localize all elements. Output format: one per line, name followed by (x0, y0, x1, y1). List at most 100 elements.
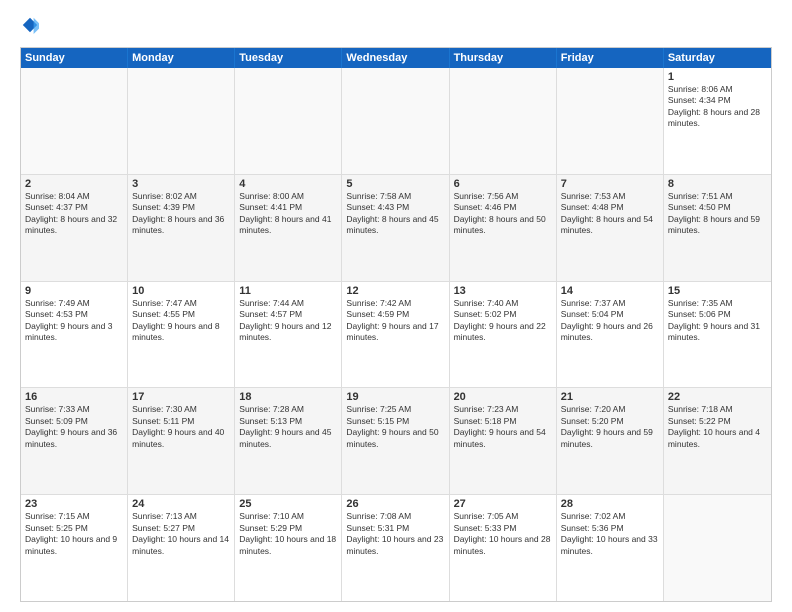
calendar-cell: 9Sunrise: 7:49 AM Sunset: 4:53 PM Daylig… (21, 282, 128, 388)
logo (20, 16, 39, 39)
calendar-cell: 1Sunrise: 8:06 AM Sunset: 4:34 PM Daylig… (664, 68, 771, 174)
day-info: Sunrise: 7:40 AM Sunset: 5:02 PM Dayligh… (454, 298, 552, 344)
day-info: Sunrise: 8:00 AM Sunset: 4:41 PM Dayligh… (239, 191, 337, 237)
day-number: 25 (239, 498, 337, 510)
calendar-cell: 5Sunrise: 7:58 AM Sunset: 4:43 PM Daylig… (342, 175, 449, 281)
day-number: 17 (132, 391, 230, 403)
calendar-cell: 27Sunrise: 7:05 AM Sunset: 5:33 PM Dayli… (450, 495, 557, 601)
calendar-cell: 25Sunrise: 7:10 AM Sunset: 5:29 PM Dayli… (235, 495, 342, 601)
calendar-cell: 10Sunrise: 7:47 AM Sunset: 4:55 PM Dayli… (128, 282, 235, 388)
weekday-header: Thursday (450, 48, 557, 68)
calendar-row: 1Sunrise: 8:06 AM Sunset: 4:34 PM Daylig… (21, 68, 771, 175)
weekday-header: Friday (557, 48, 664, 68)
day-number: 28 (561, 498, 659, 510)
day-info: Sunrise: 7:18 AM Sunset: 5:22 PM Dayligh… (668, 404, 767, 450)
calendar-cell (235, 68, 342, 174)
calendar-cell (557, 68, 664, 174)
day-number: 3 (132, 178, 230, 190)
day-info: Sunrise: 7:42 AM Sunset: 4:59 PM Dayligh… (346, 298, 444, 344)
calendar-cell: 17Sunrise: 7:30 AM Sunset: 5:11 PM Dayli… (128, 388, 235, 494)
calendar-row: 16Sunrise: 7:33 AM Sunset: 5:09 PM Dayli… (21, 388, 771, 495)
calendar-cell: 18Sunrise: 7:28 AM Sunset: 5:13 PM Dayli… (235, 388, 342, 494)
day-number: 2 (25, 178, 123, 190)
calendar-cell (450, 68, 557, 174)
day-info: Sunrise: 7:44 AM Sunset: 4:57 PM Dayligh… (239, 298, 337, 344)
day-info: Sunrise: 7:23 AM Sunset: 5:18 PM Dayligh… (454, 404, 552, 450)
day-info: Sunrise: 7:28 AM Sunset: 5:13 PM Dayligh… (239, 404, 337, 450)
day-number: 23 (25, 498, 123, 510)
calendar-cell: 22Sunrise: 7:18 AM Sunset: 5:22 PM Dayli… (664, 388, 771, 494)
day-number: 16 (25, 391, 123, 403)
day-info: Sunrise: 7:15 AM Sunset: 5:25 PM Dayligh… (25, 511, 123, 557)
calendar-cell: 2Sunrise: 8:04 AM Sunset: 4:37 PM Daylig… (21, 175, 128, 281)
calendar-cell: 8Sunrise: 7:51 AM Sunset: 4:50 PM Daylig… (664, 175, 771, 281)
calendar-cell: 6Sunrise: 7:56 AM Sunset: 4:46 PM Daylig… (450, 175, 557, 281)
calendar-row: 9Sunrise: 7:49 AM Sunset: 4:53 PM Daylig… (21, 282, 771, 389)
calendar-cell: 19Sunrise: 7:25 AM Sunset: 5:15 PM Dayli… (342, 388, 449, 494)
day-number: 4 (239, 178, 337, 190)
calendar-body: 1Sunrise: 8:06 AM Sunset: 4:34 PM Daylig… (21, 68, 771, 601)
day-info: Sunrise: 8:06 AM Sunset: 4:34 PM Dayligh… (668, 84, 767, 130)
day-number: 13 (454, 285, 552, 297)
day-info: Sunrise: 7:02 AM Sunset: 5:36 PM Dayligh… (561, 511, 659, 557)
calendar-cell: 3Sunrise: 8:02 AM Sunset: 4:39 PM Daylig… (128, 175, 235, 281)
day-info: Sunrise: 7:37 AM Sunset: 5:04 PM Dayligh… (561, 298, 659, 344)
day-number: 27 (454, 498, 552, 510)
calendar-cell: 16Sunrise: 7:33 AM Sunset: 5:09 PM Dayli… (21, 388, 128, 494)
calendar-cell (21, 68, 128, 174)
calendar-cell: 24Sunrise: 7:13 AM Sunset: 5:27 PM Dayli… (128, 495, 235, 601)
calendar-row: 23Sunrise: 7:15 AM Sunset: 5:25 PM Dayli… (21, 495, 771, 601)
day-info: Sunrise: 7:20 AM Sunset: 5:20 PM Dayligh… (561, 404, 659, 450)
day-number: 10 (132, 285, 230, 297)
calendar-cell: 4Sunrise: 8:00 AM Sunset: 4:41 PM Daylig… (235, 175, 342, 281)
day-info: Sunrise: 7:05 AM Sunset: 5:33 PM Dayligh… (454, 511, 552, 557)
day-number: 15 (668, 285, 767, 297)
day-number: 18 (239, 391, 337, 403)
calendar-cell: 23Sunrise: 7:15 AM Sunset: 5:25 PM Dayli… (21, 495, 128, 601)
calendar-cell (128, 68, 235, 174)
weekday-header: Monday (128, 48, 235, 68)
calendar-cell: 12Sunrise: 7:42 AM Sunset: 4:59 PM Dayli… (342, 282, 449, 388)
day-info: Sunrise: 8:04 AM Sunset: 4:37 PM Dayligh… (25, 191, 123, 237)
logo-icon (21, 16, 39, 34)
day-number: 5 (346, 178, 444, 190)
calendar-cell (342, 68, 449, 174)
day-info: Sunrise: 7:08 AM Sunset: 5:31 PM Dayligh… (346, 511, 444, 557)
calendar-cell: 13Sunrise: 7:40 AM Sunset: 5:02 PM Dayli… (450, 282, 557, 388)
calendar-cell: 7Sunrise: 7:53 AM Sunset: 4:48 PM Daylig… (557, 175, 664, 281)
day-info: Sunrise: 7:49 AM Sunset: 4:53 PM Dayligh… (25, 298, 123, 344)
day-number: 19 (346, 391, 444, 403)
day-info: Sunrise: 7:53 AM Sunset: 4:48 PM Dayligh… (561, 191, 659, 237)
calendar-cell: 28Sunrise: 7:02 AM Sunset: 5:36 PM Dayli… (557, 495, 664, 601)
calendar-row: 2Sunrise: 8:04 AM Sunset: 4:37 PM Daylig… (21, 175, 771, 282)
day-number: 12 (346, 285, 444, 297)
day-number: 9 (25, 285, 123, 297)
day-number: 7 (561, 178, 659, 190)
calendar-cell: 20Sunrise: 7:23 AM Sunset: 5:18 PM Dayli… (450, 388, 557, 494)
calendar-cell: 15Sunrise: 7:35 AM Sunset: 5:06 PM Dayli… (664, 282, 771, 388)
day-info: Sunrise: 7:30 AM Sunset: 5:11 PM Dayligh… (132, 404, 230, 450)
calendar-cell (664, 495, 771, 601)
day-info: Sunrise: 7:47 AM Sunset: 4:55 PM Dayligh… (132, 298, 230, 344)
day-info: Sunrise: 7:10 AM Sunset: 5:29 PM Dayligh… (239, 511, 337, 557)
day-info: Sunrise: 7:35 AM Sunset: 5:06 PM Dayligh… (668, 298, 767, 344)
day-number: 26 (346, 498, 444, 510)
day-info: Sunrise: 8:02 AM Sunset: 4:39 PM Dayligh… (132, 191, 230, 237)
calendar-cell: 26Sunrise: 7:08 AM Sunset: 5:31 PM Dayli… (342, 495, 449, 601)
day-info: Sunrise: 7:13 AM Sunset: 5:27 PM Dayligh… (132, 511, 230, 557)
calendar: SundayMondayTuesdayWednesdayThursdayFrid… (20, 47, 772, 602)
day-number: 20 (454, 391, 552, 403)
calendar-cell: 21Sunrise: 7:20 AM Sunset: 5:20 PM Dayli… (557, 388, 664, 494)
day-info: Sunrise: 7:58 AM Sunset: 4:43 PM Dayligh… (346, 191, 444, 237)
calendar-header: SundayMondayTuesdayWednesdayThursdayFrid… (21, 48, 771, 68)
day-number: 11 (239, 285, 337, 297)
weekday-header: Sunday (21, 48, 128, 68)
day-number: 22 (668, 391, 767, 403)
day-number: 14 (561, 285, 659, 297)
day-number: 8 (668, 178, 767, 190)
weekday-header: Wednesday (342, 48, 449, 68)
day-number: 21 (561, 391, 659, 403)
day-number: 24 (132, 498, 230, 510)
day-info: Sunrise: 7:56 AM Sunset: 4:46 PM Dayligh… (454, 191, 552, 237)
day-info: Sunrise: 7:51 AM Sunset: 4:50 PM Dayligh… (668, 191, 767, 237)
